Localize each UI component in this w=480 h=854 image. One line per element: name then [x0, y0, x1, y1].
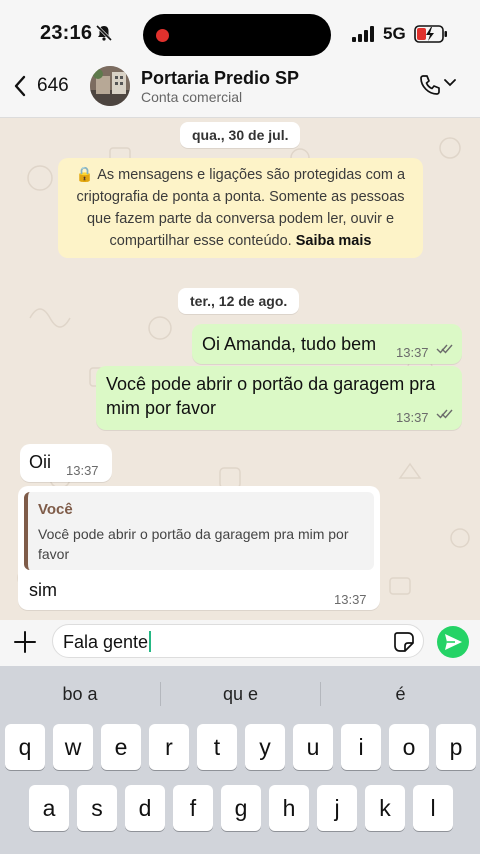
key[interactable]: u — [293, 724, 333, 770]
key[interactable]: y — [245, 724, 285, 770]
message-text: Oi Amanda, tudo bem — [202, 334, 377, 354]
network-type: 5G — [383, 24, 406, 43]
send-icon — [445, 634, 462, 650]
message-time: 13:37 — [66, 463, 99, 478]
message-composer: Fala gente — [0, 620, 480, 666]
quoted-message[interactable]: Você Você pode abrir o portão da garagem… — [24, 492, 374, 570]
sticker-icon[interactable] — [393, 631, 415, 653]
key[interactable]: s — [77, 785, 117, 831]
key[interactable]: t — [197, 724, 237, 770]
message-bubble-outgoing[interactable]: Você pode abrir o portão da garagem pra … — [96, 366, 462, 430]
key[interactable]: d — [125, 785, 165, 831]
key[interactable]: h — [269, 785, 309, 831]
message-list[interactable]: qua., 30 de jul. 🔒 As mensagens e ligaçõ… — [0, 118, 480, 620]
message-input[interactable]: Fala gente — [52, 624, 424, 658]
key[interactable]: k — [365, 785, 405, 831]
message-input-value: Fala gente — [63, 631, 152, 653]
signal-icon — [352, 26, 374, 42]
bell-muted-icon — [95, 24, 113, 42]
key[interactable]: f — [173, 785, 213, 831]
message-time: 13:37 — [396, 410, 429, 425]
key[interactable]: a — [29, 785, 69, 831]
suggestion-3[interactable]: é — [321, 674, 480, 714]
text-caret — [149, 631, 152, 652]
contact-name[interactable]: Portaria Predio SP — [141, 68, 299, 89]
battery-charging-icon — [414, 25, 447, 43]
chevron-down-icon[interactable] — [444, 78, 456, 88]
key[interactable]: g — [221, 785, 261, 831]
message-input-text: Fala gente — [63, 632, 149, 652]
encryption-notice[interactable]: 🔒 As mensagens e ligações são protegidas… — [58, 158, 423, 258]
status-time: 23:16 — [40, 22, 93, 44]
suggestion-1[interactable]: bo a — [0, 674, 160, 714]
message-bubble-outgoing[interactable]: Oi Amanda, tudo bem 13:37 — [192, 324, 462, 364]
quoted-author: Você — [38, 501, 73, 518]
recording-indicator — [156, 29, 169, 42]
contact-subtitle: Conta comercial — [141, 89, 243, 105]
suggestion-2[interactable]: qu e — [161, 674, 320, 714]
key[interactable]: l — [413, 785, 453, 831]
key[interactable]: j — [317, 785, 357, 831]
status-bar: 23:16 5G — [0, 0, 480, 66]
send-button[interactable] — [437, 626, 469, 658]
key[interactable]: w — [53, 724, 93, 770]
read-ticks-icon — [436, 344, 453, 354]
message-text: Oii — [29, 452, 51, 472]
contact-avatar[interactable] — [90, 66, 130, 106]
learn-more-link[interactable]: Saiba mais — [296, 233, 372, 249]
quoted-text: Você pode abrir o portão da garagem pra … — [38, 526, 349, 562]
key[interactable]: i — [341, 724, 381, 770]
key[interactable]: o — [389, 724, 429, 770]
date-separator: ter., 12 de ago. — [178, 288, 300, 314]
dynamic-island — [143, 14, 331, 56]
key[interactable]: q — [5, 724, 45, 770]
message-text: sim — [29, 580, 57, 600]
message-time: 13:37 — [396, 345, 429, 360]
message-bubble-incoming[interactable]: Você Você pode abrir o portão da garagem… — [18, 486, 380, 610]
message-text: Você pode abrir o portão da garagem pra … — [106, 374, 436, 418]
plus-icon[interactable] — [13, 630, 37, 654]
onscreen-keyboard: bo a qu e é q w e r t y u i o p a s d f … — [0, 666, 480, 854]
key[interactable]: e — [101, 724, 141, 770]
read-ticks-icon — [436, 409, 453, 419]
chat-header: 646 Portaria Predio SP Conta comercial — [0, 66, 480, 118]
unread-count[interactable]: 646 — [37, 75, 69, 97]
message-bubble-incoming[interactable]: Oii 13:37 — [20, 444, 112, 482]
back-chevron-icon[interactable] — [12, 74, 28, 98]
key[interactable]: p — [436, 724, 476, 770]
phone-icon[interactable] — [418, 73, 442, 97]
message-time: 13:37 — [334, 592, 367, 607]
date-separator: qua., 30 de jul. — [180, 122, 301, 148]
key[interactable]: r — [149, 724, 189, 770]
